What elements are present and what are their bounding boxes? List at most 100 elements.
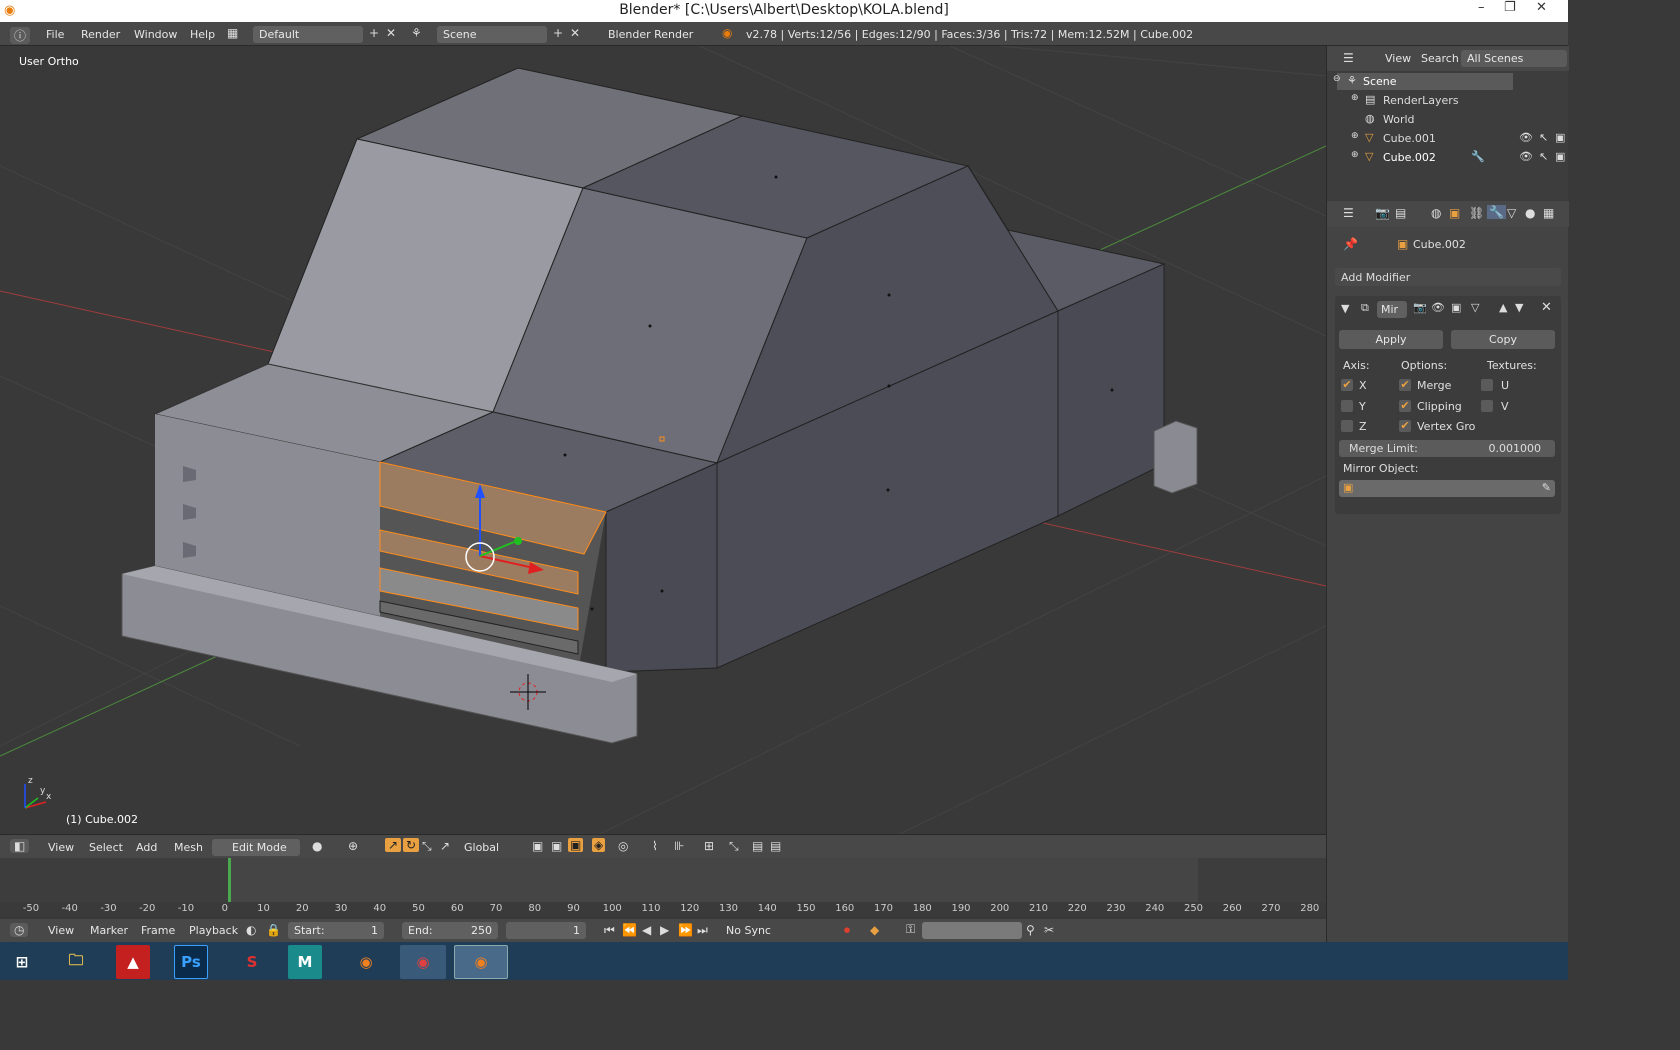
world-tab-icon[interactable]: ◍ [1431, 206, 1441, 220]
timeline-ruler[interactable]: -50 -40 -30 -20 -10 0 10 20 30 40 50 60 70 80 90 100 110… [0, 902, 1326, 916]
scene-field[interactable]: Scene [437, 26, 547, 43]
viewport-scene[interactable] [0, 46, 1326, 834]
editor-type-icon[interactable]: ◧ [10, 839, 30, 853]
delete-layout-icon[interactable]: ✕ [386, 26, 396, 40]
start-windows-icon[interactable]: ⊞ [2, 945, 42, 979]
add-modifier-select[interactable]: Add Modifier [1335, 268, 1561, 286]
keying-set-icon[interactable]: ⚿ [906, 922, 915, 937]
menu-window[interactable]: Window [134, 28, 177, 41]
jump-start-icon[interactable]: ⏮ [604, 923, 615, 938]
visibility-eye-icon[interactable]: 👁 [1519, 131, 1533, 144]
acrobat-icon[interactable]: ▲ [116, 945, 150, 979]
timeline-menu-playback[interactable]: Playback [189, 924, 238, 937]
menu-add[interactable]: Add [136, 841, 157, 854]
axis-y-checkbox[interactable] [1341, 400, 1353, 412]
collapse-arrow-icon[interactable]: ▼ [1341, 302, 1349, 315]
render-engine-select[interactable]: Blender Render [602, 26, 704, 43]
keying-set-field[interactable] [922, 922, 1022, 939]
current-frame-field[interactable]: 1 [506, 922, 586, 939]
photoshop-icon[interactable]: Ps [174, 945, 208, 979]
outliner-menu-search[interactable]: Search [1421, 52, 1459, 65]
axis-x-checkbox[interactable]: ✔ [1341, 379, 1353, 391]
jump-end-icon[interactable]: ⏭ [697, 923, 708, 938]
firefox-icon[interactable]: ◉ [346, 945, 386, 979]
mode-select[interactable]: Edit Mode [212, 839, 300, 856]
outliner-editor-icon[interactable]: ☰ [1343, 51, 1354, 65]
outliner-menu-view[interactable]: View [1385, 52, 1411, 65]
select-cursor-icon[interactable]: ↖ [1539, 131, 1548, 144]
viewport-shading-icon[interactable]: ● [312, 839, 322, 853]
pivot-point-icon[interactable]: ⊕ [348, 839, 358, 853]
screen-layout-field[interactable]: Default [253, 26, 363, 43]
move-up-icon[interactable]: ▲ [1499, 301, 1507, 314]
layout-grid-icon[interactable]: ▦ [227, 26, 238, 40]
sync-mode-select[interactable]: No Sync [720, 922, 824, 939]
snap-target-icon[interactable]: ⊞ [704, 839, 714, 853]
move-down-icon[interactable]: ▼ [1515, 301, 1523, 314]
end-frame-field[interactable]: End: 250 [402, 922, 498, 939]
remove-modifier-icon[interactable]: ✕ [1541, 300, 1552, 315]
constraints-tab-icon[interactable]: ⛓ [1469, 206, 1484, 220]
add-layout-icon[interactable]: + [369, 26, 379, 40]
timeline-menu-frame[interactable]: Frame [141, 924, 175, 937]
add-scene-icon[interactable]: + [553, 26, 563, 40]
render-camera-icon[interactable]: ▣ [1555, 131, 1565, 144]
manipulator-rotate-icon[interactable]: ↻ [403, 838, 420, 852]
blender-taskbar-icon[interactable]: ◉ [454, 945, 508, 979]
modifier-name-field[interactable]: Mir [1377, 301, 1407, 318]
axis-z-checkbox[interactable] [1341, 420, 1353, 432]
merge-checkbox[interactable]: ✔ [1399, 379, 1411, 391]
apply-button[interactable]: Apply [1339, 330, 1443, 349]
start-frame-field[interactable]: Start: 1 [288, 922, 384, 939]
render-animation-icon[interactable]: ▤ [752, 839, 763, 853]
render-toggle-icon[interactable]: 📷 [1413, 301, 1427, 314]
face-select-icon[interactable]: ▣ [568, 838, 584, 852]
limit-selection-icon[interactable]: ◈ [592, 838, 606, 852]
close-window-button[interactable]: ✕ [1536, 0, 1547, 15]
3d-viewport[interactable]: User Ortho x y z (1) Cube.002 [0, 46, 1326, 834]
copy-button[interactable]: Copy [1451, 330, 1555, 349]
data-tab-icon[interactable]: ▽ [1507, 206, 1516, 220]
keyframe-icon[interactable]: ◆ [870, 923, 879, 937]
outliner-filter-select[interactable]: All Scenes [1461, 50, 1567, 67]
outliner-row-cube002[interactable]: ⊕ ▽ Cube.002 🔧 👁 ↖ ▣ [1351, 149, 1567, 166]
play-icon[interactable]: ▶ [660, 923, 669, 937]
menu-render[interactable]: Render [81, 28, 120, 41]
render-camera-icon[interactable]: ▣ [1555, 150, 1565, 163]
manipulator-translate-icon[interactable]: ↗ [385, 838, 402, 852]
select-cursor-icon[interactable]: ↖ [1539, 150, 1548, 163]
menu-view[interactable]: View [48, 841, 74, 854]
opengl-render-icon[interactable]: ⤡ [729, 839, 739, 854]
outliner-row-world[interactable]: ◍ World [1351, 111, 1531, 128]
file-explorer-icon[interactable]: 🗀 [56, 945, 96, 979]
pin-icon[interactable]: 📌 [1343, 237, 1358, 251]
render-image-icon[interactable]: ▤ [770, 839, 781, 853]
scene-icon[interactable]: ⚘ [411, 26, 422, 40]
chrome-icon[interactable]: ◉ [400, 945, 446, 979]
maximize-button[interactable]: ❐ [1504, 0, 1516, 15]
current-frame-line[interactable] [228, 858, 231, 902]
minimize-button[interactable]: – [1478, 0, 1485, 15]
viewport-toggle-icon[interactable]: 👁 [1431, 301, 1445, 314]
play-reverse-icon[interactable]: ◀ [642, 923, 651, 937]
jump-keyframe-back-icon[interactable]: ⏪ [622, 923, 637, 937]
texture-tab-icon[interactable]: ▦ [1543, 206, 1554, 220]
lock-icon[interactable]: 🔒 [266, 923, 281, 937]
expand-icon[interactable]: ⊕ [1351, 150, 1359, 160]
maya-icon[interactable]: M [288, 945, 322, 979]
snap-element-icon[interactable]: ⊪ [674, 839, 684, 853]
transform-orientation-select[interactable]: Global [458, 839, 522, 856]
outliner-row-renderlayers[interactable]: ⊕ ▤ RenderLayers [1351, 92, 1531, 109]
scene-tab-icon[interactable]: ▤ [1395, 206, 1406, 220]
timeline-editor-icon[interactable]: ◷ [10, 923, 29, 937]
snap-icon[interactable]: ⌇ [652, 839, 658, 853]
timeline-menu-marker[interactable]: Marker [90, 924, 128, 937]
menu-help[interactable]: Help [190, 28, 215, 41]
mirror-object-field[interactable]: ▣ ✎ [1339, 480, 1555, 497]
material-tab-icon[interactable]: ● [1525, 206, 1535, 220]
modifiers-tab-icon[interactable]: 🔧 [1487, 205, 1506, 219]
editmode-toggle-icon[interactable]: ▣ [1451, 301, 1461, 314]
merge-limit-field[interactable]: Merge Limit: 0.001000 [1339, 440, 1555, 457]
texture-u-checkbox[interactable] [1481, 379, 1493, 391]
outliner-row-cube001[interactable]: ⊕ ▽ Cube.001 👁 ↖ ▣ [1351, 130, 1567, 147]
